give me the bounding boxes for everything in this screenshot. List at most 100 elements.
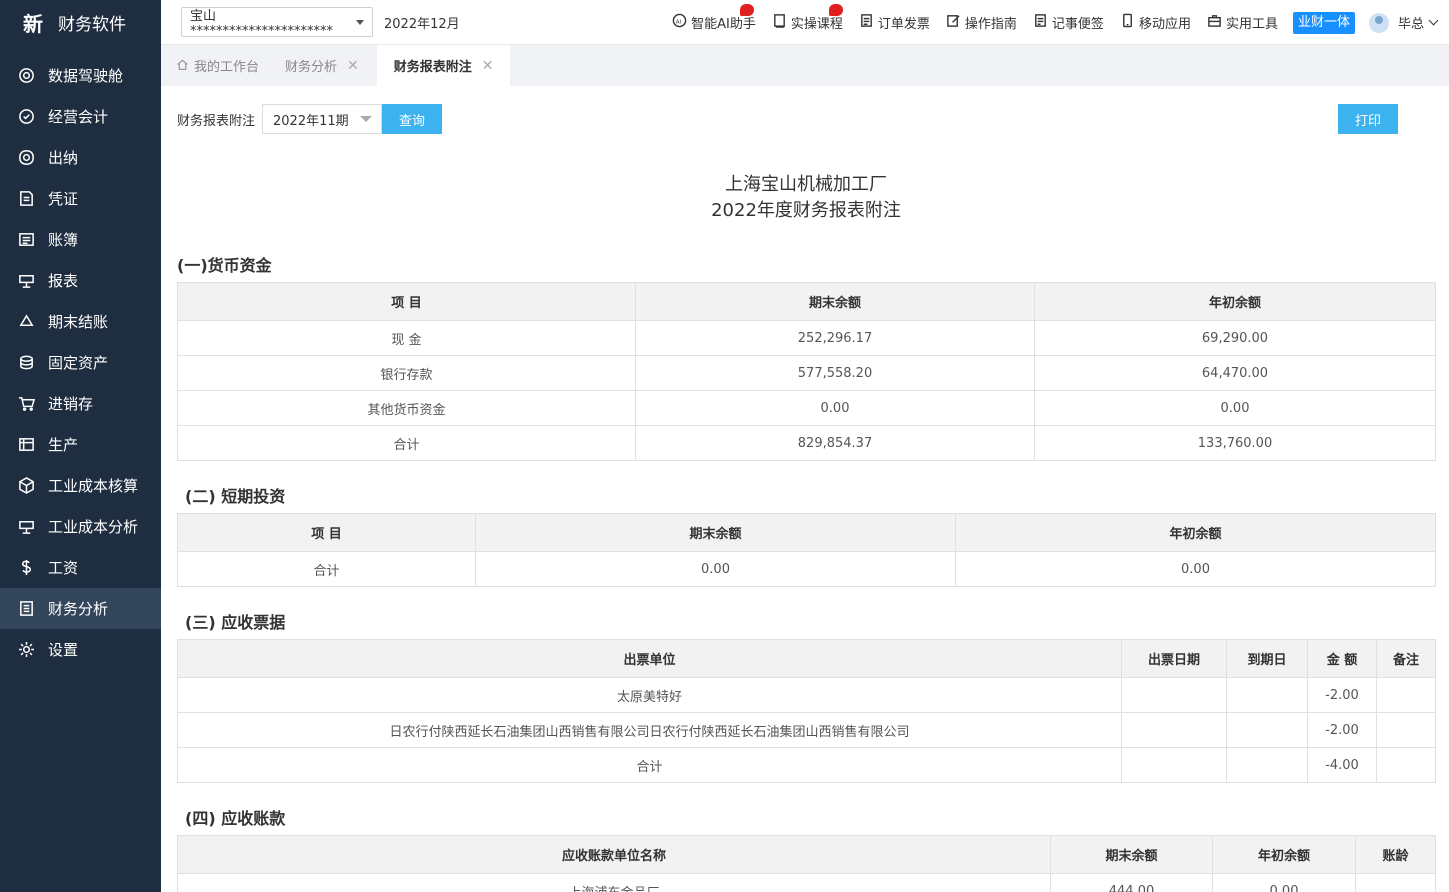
sidebar-nav: 数据驾驶舱经营会计出纳凭证账簿报表期末结账固定资产进销存生产工业成本核算工业成本… (0, 55, 161, 670)
sidebar-item-gear[interactable]: 设置 (0, 629, 161, 670)
company-select[interactable]: 宝山********************** (181, 7, 373, 39)
sidebar-item-dollar[interactable]: 工资 (0, 547, 161, 588)
tool-edit[interactable]: 操作指南 (946, 13, 1017, 32)
column-header: 备注 (1376, 639, 1436, 678)
sidebar-item-label: 生产 (48, 436, 79, 454)
sidebar-item-period-close[interactable]: 期末结账 (0, 301, 161, 342)
sidebar-item-label: 财务分析 (48, 600, 109, 618)
top-bar: 宝山********************** 2022年12月 AI 智能AI… (161, 0, 1449, 45)
table-cell: 上海浦东金品厂 (177, 873, 1051, 892)
period-select-value: 2022年11期 (273, 113, 349, 129)
ledger-icon (17, 231, 35, 249)
sidebar-item-dashboard[interactable]: 数据驾驶舱 (0, 55, 161, 96)
hot-badge (740, 4, 755, 16)
table-cell: 829,854.37 (635, 425, 1035, 461)
dashboard-icon (17, 67, 35, 85)
table-cell: 64,470.00 (1034, 355, 1436, 391)
table-cell (1226, 747, 1308, 783)
column-header: 年初余额 (1212, 835, 1356, 874)
table-cell: 日农行付陕西延长石油集团山西销售有限公司日农行付陕西延长石油集团山西销售有限公司 (177, 712, 1122, 748)
cash-table: 项 目期末余额 年初余额现 金 252,296.17 69,290.00 银行存款 577… (177, 282, 1436, 461)
table-cell (1121, 747, 1227, 783)
tool-ai[interactable]: AI 智能AI助手 (672, 4, 756, 32)
dollar-icon (17, 559, 35, 577)
mobile-icon (1120, 13, 1139, 32)
table-row: 日农行付陕西延长石油集团山西销售有限公司日农行付陕西延长石油集团山西销售有限公司… (177, 712, 1436, 748)
tool-note[interactable]: 记事便签 (1033, 13, 1104, 32)
cart-icon (17, 395, 35, 413)
table-cell (1376, 677, 1436, 713)
production-icon (17, 436, 35, 454)
column-header: 到期日 (1226, 639, 1308, 678)
sidebar-item-label: 出纳 (48, 149, 79, 167)
column-header: 应收账款单位名称 (177, 835, 1051, 874)
table-cell: 银行存款 (177, 355, 636, 391)
tool-book[interactable]: 实操课程 (772, 4, 843, 32)
section-title-short-investment: (二) 短期投资 (185, 487, 286, 506)
table-cell: 577,558.20 (635, 355, 1035, 391)
sidebar-item-cart[interactable]: 进销存 (0, 383, 161, 424)
table-cell: 0.00 (1212, 873, 1356, 892)
column-header: 年初余额 (955, 513, 1436, 552)
sidebar-item-label: 数据驾驶舱 (48, 67, 124, 85)
column-header: 出票单位 (177, 639, 1122, 678)
report-toolbar: 财务报表附注 2022年11期 查询 (177, 104, 443, 134)
sidebar-item-label: 设置 (48, 641, 79, 659)
accounts-receivable-table: 应收账款单位名称期末余额年初余额账龄上海浦东金品厂444.000.00 (177, 835, 1436, 892)
sidebar-item-voucher[interactable]: 凭证 (0, 178, 161, 219)
sidebar-item-label: 固定资产 (48, 354, 109, 372)
sidebar-item-label: 进销存 (48, 395, 94, 413)
sidebar-item-label: 账簿 (48, 231, 79, 249)
sidebar-item-label: 凭证 (48, 190, 79, 208)
table-row: 上海浦东金品厂444.000.00 (177, 873, 1436, 892)
sidebar-item-accounting[interactable]: 经营会计 (0, 96, 161, 137)
sidebar-item-cube[interactable]: 工业成本核算 (0, 465, 161, 506)
report-title: 2022年度财务报表附注 (711, 200, 901, 221)
table-cell: 其他货币资金 (177, 390, 636, 426)
sidebar-item-report[interactable]: 报表 (0, 260, 161, 301)
table-cell: 合计 (177, 747, 1122, 783)
sidebar-item-fixed-assets[interactable]: 固定资产 (0, 342, 161, 383)
tab-label: 财务报表附注 (393, 60, 472, 75)
column-header: 金 额 (1307, 639, 1377, 678)
short-investment-table: 项 目期末余额 年初余额 合计 0.00 0.00 (177, 513, 1436, 587)
query-button[interactable]: 查询 (382, 104, 443, 134)
sidebar-item-cashier[interactable]: 出纳 (0, 137, 161, 178)
period-select[interactable]: 2022年11期 (262, 104, 383, 134)
tool-mobile[interactable]: 移动应用 (1120, 13, 1191, 32)
cashier-icon (17, 149, 35, 167)
user-menu[interactable]: 毕总 (1368, 12, 1439, 33)
tab-0[interactable]: 我的工作台 (168, 45, 267, 86)
avatar (1368, 12, 1389, 33)
table-cell (1376, 747, 1436, 783)
brand[interactable]: 新 财务软件 (0, 0, 161, 45)
integrated-button[interactable]: 业财一体 (1292, 11, 1355, 34)
sidebar-item-finance-analysis[interactable]: 财务分析 (0, 588, 161, 629)
sidebar-item-production[interactable]: 生产 (0, 424, 161, 465)
close-icon[interactable]: ✕ (482, 58, 494, 74)
sidebar-item-label: 期末结账 (48, 313, 109, 331)
table-cell: 69,290.00 (1034, 320, 1436, 356)
tool-toolbox[interactable]: 实用工具 (1207, 13, 1278, 32)
tab-1[interactable]: 财务分析 ✕ (277, 45, 367, 86)
main-content: 财务报表附注 2022年11期 查询 打印 上海宝山机械加工厂 2022年度财务… (161, 86, 1449, 892)
sidebar-item-label: 经营会计 (48, 108, 109, 126)
hot-badge (828, 4, 843, 16)
sidebar-item-analysis[interactable]: 工业成本分析 (0, 506, 161, 547)
note-icon (1033, 13, 1052, 32)
report-icon (17, 272, 35, 290)
close-icon[interactable]: ✕ (347, 58, 359, 74)
table-row: 其他货币资金 0.00 0.00 (177, 390, 1436, 426)
print-button[interactable]: 打印 (1338, 104, 1398, 134)
sidebar-item-label: 工业成本核算 (48, 477, 139, 495)
tool-label: 记事便签 (1051, 17, 1104, 32)
tool-invoice[interactable]: 订单发票 (859, 13, 930, 32)
table-cell: 现 金 (177, 320, 636, 356)
table-cell: 444.00 (1050, 873, 1213, 892)
toolbox-icon (1207, 13, 1226, 32)
caret-down-icon (356, 19, 364, 25)
tool-label: 订单发票 (877, 17, 930, 32)
tab-2[interactable]: 财务报表附注 ✕ (376, 45, 510, 86)
sidebar-item-ledger[interactable]: 账簿 (0, 219, 161, 260)
table-cell: 133,760.00 (1034, 425, 1436, 461)
